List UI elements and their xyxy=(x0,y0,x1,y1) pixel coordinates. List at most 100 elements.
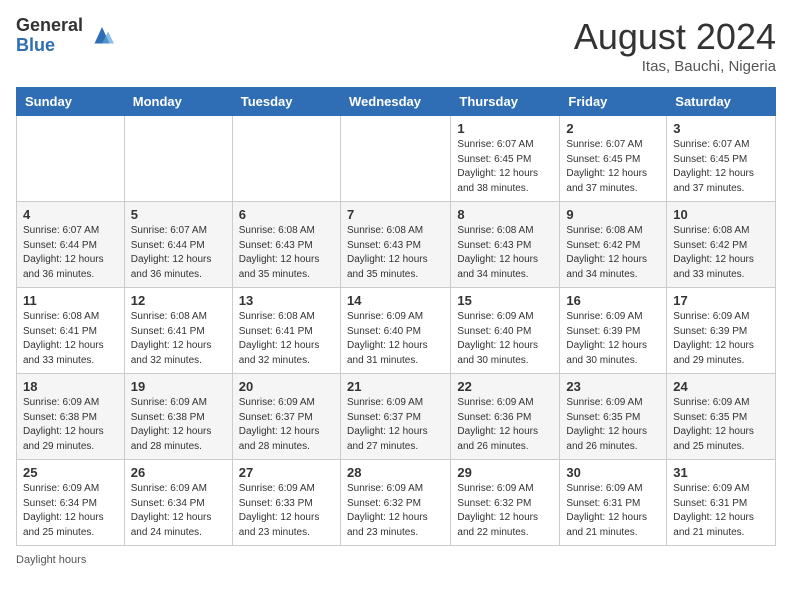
calendar-cell: 6 Sunrise: 6:08 AM Sunset: 6:43 PM Daylig… xyxy=(232,202,340,288)
day-info: Sunrise: 6:09 AM Sunset: 6:38 PM Dayligh… xyxy=(131,396,226,454)
day-number: 28 xyxy=(347,465,444,480)
day-info: Sunrise: 6:09 AM Sunset: 6:37 PM Dayligh… xyxy=(239,396,334,454)
calendar-cell: 11Sunrise: 6:08 AM Sunset: 6:41 PM Dayli… xyxy=(17,288,125,374)
day-info: Sunrise: 6:09 AM Sunset: 6:31 PM Dayligh… xyxy=(566,482,660,540)
day-info: Sunrise: 6:08 AM Sunset: 6:43 PM Dayligh… xyxy=(239,224,334,282)
calendar-cell: 23Sunrise: 6:09 AM Sunset: 6:35 PM Dayli… xyxy=(560,374,667,460)
calendar-cell: 29 Sunrise: 6:09 AM Sunset: 6:32 PM Dayli… xyxy=(451,460,560,546)
day-number: 26 xyxy=(131,465,226,480)
day-number: 23 xyxy=(566,379,660,394)
calendar-cell: 30 Sunrise: 6:09 AM Sunset: 6:31 PM Dayli… xyxy=(560,460,667,546)
day-info: Sunrise: 6:09 AM Sunset: 6:37 PM Dayligh… xyxy=(347,396,444,454)
calendar-header-row: SundayMondayTuesdayWednesdayThursdayFrid… xyxy=(17,88,776,116)
calendar-cell: 21 Sunrise: 6:09 AM Sunset: 6:37 PM Dayli… xyxy=(340,374,450,460)
calendar-day-header: Wednesday xyxy=(340,88,450,116)
footer-note: Daylight hours xyxy=(16,554,776,566)
day-number: 21 xyxy=(347,379,444,394)
day-number: 8 xyxy=(457,207,553,222)
calendar-week-row: 25 Sunrise: 6:09 AM Sunset: 6:34 PM Dayli… xyxy=(17,460,776,546)
calendar-cell: 4 Sunrise: 6:07 AM Sunset: 6:44 PM Daylig… xyxy=(17,202,125,288)
month-year: August 2024 xyxy=(574,16,776,58)
calendar-cell: 14 Sunrise: 6:09 AM Sunset: 6:40 PM Dayli… xyxy=(340,288,450,374)
logo-general-text: General xyxy=(16,16,83,36)
day-number: 10 xyxy=(673,207,769,222)
day-number: 16 xyxy=(566,293,660,308)
day-number: 5 xyxy=(131,207,226,222)
calendar-cell: 19Sunrise: 6:09 AM Sunset: 6:38 PM Dayli… xyxy=(124,374,232,460)
calendar-day-header: Tuesday xyxy=(232,88,340,116)
day-info: Sunrise: 6:07 AM Sunset: 6:45 PM Dayligh… xyxy=(673,138,769,196)
calendar-table: SundayMondayTuesdayWednesdayThursdayFrid… xyxy=(16,87,776,546)
day-number: 24 xyxy=(673,379,769,394)
calendar-cell: 25 Sunrise: 6:09 AM Sunset: 6:34 PM Dayli… xyxy=(17,460,125,546)
calendar-week-row: 11 Sunrise: 6:08 AM Sunset: 6:41 PM Dayli… xyxy=(17,288,776,374)
day-info: Sunrise: 6:08 AM Sunset: 6:42 PM Dayligh… xyxy=(566,224,660,282)
logo-icon xyxy=(87,21,117,51)
day-number: 22 xyxy=(457,379,553,394)
calendar-cell xyxy=(340,116,450,202)
logo: General Blue xyxy=(16,16,117,56)
day-info: Sunrise: 6:07 AM Sunset: 6:44 PM Dayligh… xyxy=(131,224,226,282)
day-info: Sunrise: 6:09 AM Sunset: 6:40 PM Dayligh… xyxy=(347,310,444,368)
day-number: 9 xyxy=(566,207,660,222)
day-info: Sunrise: 6:08 AM Sunset: 6:41 PM Dayligh… xyxy=(131,310,226,368)
calendar-cell: 27 Sunrise: 6:09 AM Sunset: 6:33 PM Dayli… xyxy=(232,460,340,546)
page-header: General Blue August 2024 Itas, Bauchi, N… xyxy=(16,16,776,75)
day-number: 29 xyxy=(457,465,553,480)
calendar-cell: 8Sunrise: 6:08 AM Sunset: 6:43 PM Daylig… xyxy=(451,202,560,288)
day-number: 6 xyxy=(239,207,334,222)
day-number: 3 xyxy=(673,121,769,136)
calendar-cell: 28 Sunrise: 6:09 AM Sunset: 6:32 PM Dayli… xyxy=(340,460,450,546)
calendar-day-header: Thursday xyxy=(451,88,560,116)
calendar-cell: 5 Sunrise: 6:07 AM Sunset: 6:44 PM Daylig… xyxy=(124,202,232,288)
day-info: Sunrise: 6:09 AM Sunset: 6:36 PM Dayligh… xyxy=(457,396,553,454)
calendar-cell: 16Sunrise: 6:09 AM Sunset: 6:39 PM Dayli… xyxy=(560,288,667,374)
calendar-cell: 10 Sunrise: 6:08 AM Sunset: 6:42 PM Dayli… xyxy=(667,202,776,288)
day-number: 14 xyxy=(347,293,444,308)
day-number: 30 xyxy=(566,465,660,480)
day-number: 7 xyxy=(347,207,444,222)
calendar-cell: 3 Sunrise: 6:07 AM Sunset: 6:45 PM Daylig… xyxy=(667,116,776,202)
calendar-day-header: Friday xyxy=(560,88,667,116)
day-number: 31 xyxy=(673,465,769,480)
calendar-cell: 26 Sunrise: 6:09 AM Sunset: 6:34 PM Dayli… xyxy=(124,460,232,546)
calendar-cell: 31 Sunrise: 6:09 AM Sunset: 6:31 PM Dayli… xyxy=(667,460,776,546)
day-number: 18 xyxy=(23,379,118,394)
calendar-cell: 2Sunrise: 6:07 AM Sunset: 6:45 PM Daylig… xyxy=(560,116,667,202)
day-number: 27 xyxy=(239,465,334,480)
day-info: Sunrise: 6:09 AM Sunset: 6:32 PM Dayligh… xyxy=(347,482,444,540)
day-number: 20 xyxy=(239,379,334,394)
day-info: Sunrise: 6:07 AM Sunset: 6:44 PM Dayligh… xyxy=(23,224,118,282)
day-info: Sunrise: 6:08 AM Sunset: 6:41 PM Dayligh… xyxy=(239,310,334,368)
calendar-week-row: 18 Sunrise: 6:09 AM Sunset: 6:38 PM Dayli… xyxy=(17,374,776,460)
day-info: Sunrise: 6:08 AM Sunset: 6:42 PM Dayligh… xyxy=(673,224,769,282)
day-number: 11 xyxy=(23,293,118,308)
title-area: August 2024 Itas, Bauchi, Nigeria xyxy=(574,16,776,75)
calendar-cell: 17Sunrise: 6:09 AM Sunset: 6:39 PM Dayli… xyxy=(667,288,776,374)
day-info: Sunrise: 6:08 AM Sunset: 6:43 PM Dayligh… xyxy=(347,224,444,282)
calendar-day-header: Monday xyxy=(124,88,232,116)
location: Itas, Bauchi, Nigeria xyxy=(574,58,776,75)
day-number: 25 xyxy=(23,465,118,480)
day-info: Sunrise: 6:09 AM Sunset: 6:32 PM Dayligh… xyxy=(457,482,553,540)
day-info: Sunrise: 6:09 AM Sunset: 6:33 PM Dayligh… xyxy=(239,482,334,540)
day-number: 4 xyxy=(23,207,118,222)
day-info: Sunrise: 6:09 AM Sunset: 6:34 PM Dayligh… xyxy=(131,482,226,540)
day-number: 2 xyxy=(566,121,660,136)
day-number: 1 xyxy=(457,121,553,136)
day-info: Sunrise: 6:07 AM Sunset: 6:45 PM Dayligh… xyxy=(457,138,553,196)
day-number: 15 xyxy=(457,293,553,308)
logo-blue-text: Blue xyxy=(16,36,83,56)
calendar-cell: 7 Sunrise: 6:08 AM Sunset: 6:43 PM Daylig… xyxy=(340,202,450,288)
day-number: 13 xyxy=(239,293,334,308)
calendar-cell: 13 Sunrise: 6:08 AM Sunset: 6:41 PM Dayli… xyxy=(232,288,340,374)
day-info: Sunrise: 6:09 AM Sunset: 6:31 PM Dayligh… xyxy=(673,482,769,540)
day-info: Sunrise: 6:09 AM Sunset: 6:34 PM Dayligh… xyxy=(23,482,118,540)
calendar-cell: 20 Sunrise: 6:09 AM Sunset: 6:37 PM Dayli… xyxy=(232,374,340,460)
calendar-cell: 24Sunrise: 6:09 AM Sunset: 6:35 PM Dayli… xyxy=(667,374,776,460)
calendar-cell: 15Sunrise: 6:09 AM Sunset: 6:40 PM Dayli… xyxy=(451,288,560,374)
calendar-cell xyxy=(17,116,125,202)
day-number: 17 xyxy=(673,293,769,308)
day-number: 12 xyxy=(131,293,226,308)
calendar-cell: 18Sunrise: 6:09 AM Sunset: 6:38 PM Dayli… xyxy=(17,374,125,460)
